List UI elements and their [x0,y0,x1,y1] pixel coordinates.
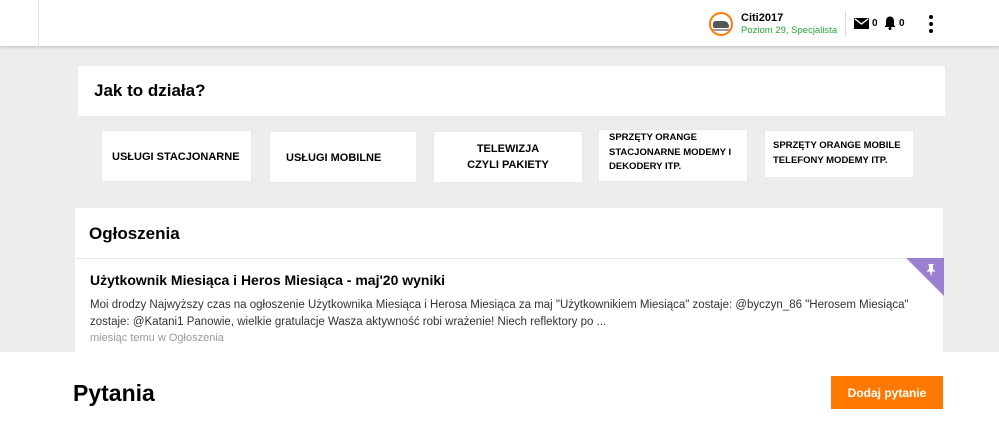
category-label: TELEWIZJA CZYLI PAKIETY [467,143,549,171]
category-label: USŁUGI MOBILNE [286,152,382,164]
messages-button[interactable]: 0 [854,16,878,30]
rail-line [712,29,730,31]
train-icon [713,21,729,28]
header-separator [845,11,846,37]
username-link[interactable]: Citi2017 [741,12,783,24]
post-title-link[interactable]: Użytkownik Miesiąca i Heros Miesiąca - m… [90,272,445,288]
post-meta[interactable]: miesiąc temu w Ogłoszenia [90,332,224,344]
announcements-panel: Ogłoszenia Użytkownik Miesiąca i Heros M… [74,207,944,358]
envelope-icon [854,17,869,29]
notifications-count: 0 [899,17,905,29]
how-it-works-panel: Jak to działa? [77,65,946,117]
category-label: SPRZĘTY ORANGE STACJONARNE MODEMY I DEKO… [609,132,732,173]
category-label: USŁUGI STACJONARNE [112,151,240,163]
bell-icon [884,16,896,30]
category-fixed-devices[interactable]: SPRZĘTY ORANGE STACJONARNE MODEMY I DEKO… [598,129,748,182]
category-mobile-services[interactable]: USŁUGI MOBILNE [269,131,417,183]
category-tv-packages[interactable]: TELEWIZJA CZYLI PAKIETY [433,131,583,183]
category-label: SPRZĘTY ORANGE MOBILE TELEFONY MODEMY IT… [773,140,901,166]
category-mobile-devices[interactable]: SPRZĘTY ORANGE MOBILE TELEFONY MODEMY IT… [764,130,914,178]
user-level: Poziom 29, Specjalista [741,25,838,36]
notifications-button[interactable]: 0 [884,16,905,30]
announcements-header: Ogłoszenia [75,208,943,259]
pin-icon [926,264,936,277]
more-vertical-icon[interactable] [927,15,935,33]
top-bar: Citi2017 Poziom 29, Specjalista 0 0 [0,0,999,47]
avatar[interactable] [709,12,733,36]
post-excerpt: Moi drodzy Najwyższy czas na ogłoszenie … [90,299,909,329]
add-question-button[interactable]: Dodaj pytanie [831,376,943,409]
questions-title: Pytania [73,380,155,406]
category-fixed-services[interactable]: USŁUGI STACJONARNE [101,130,252,182]
messages-count: 0 [872,17,878,29]
how-it-works-title: Jak to działa? [94,81,206,100]
header-divider [38,0,39,47]
announcements-title: Ogłoszenia [89,224,180,243]
